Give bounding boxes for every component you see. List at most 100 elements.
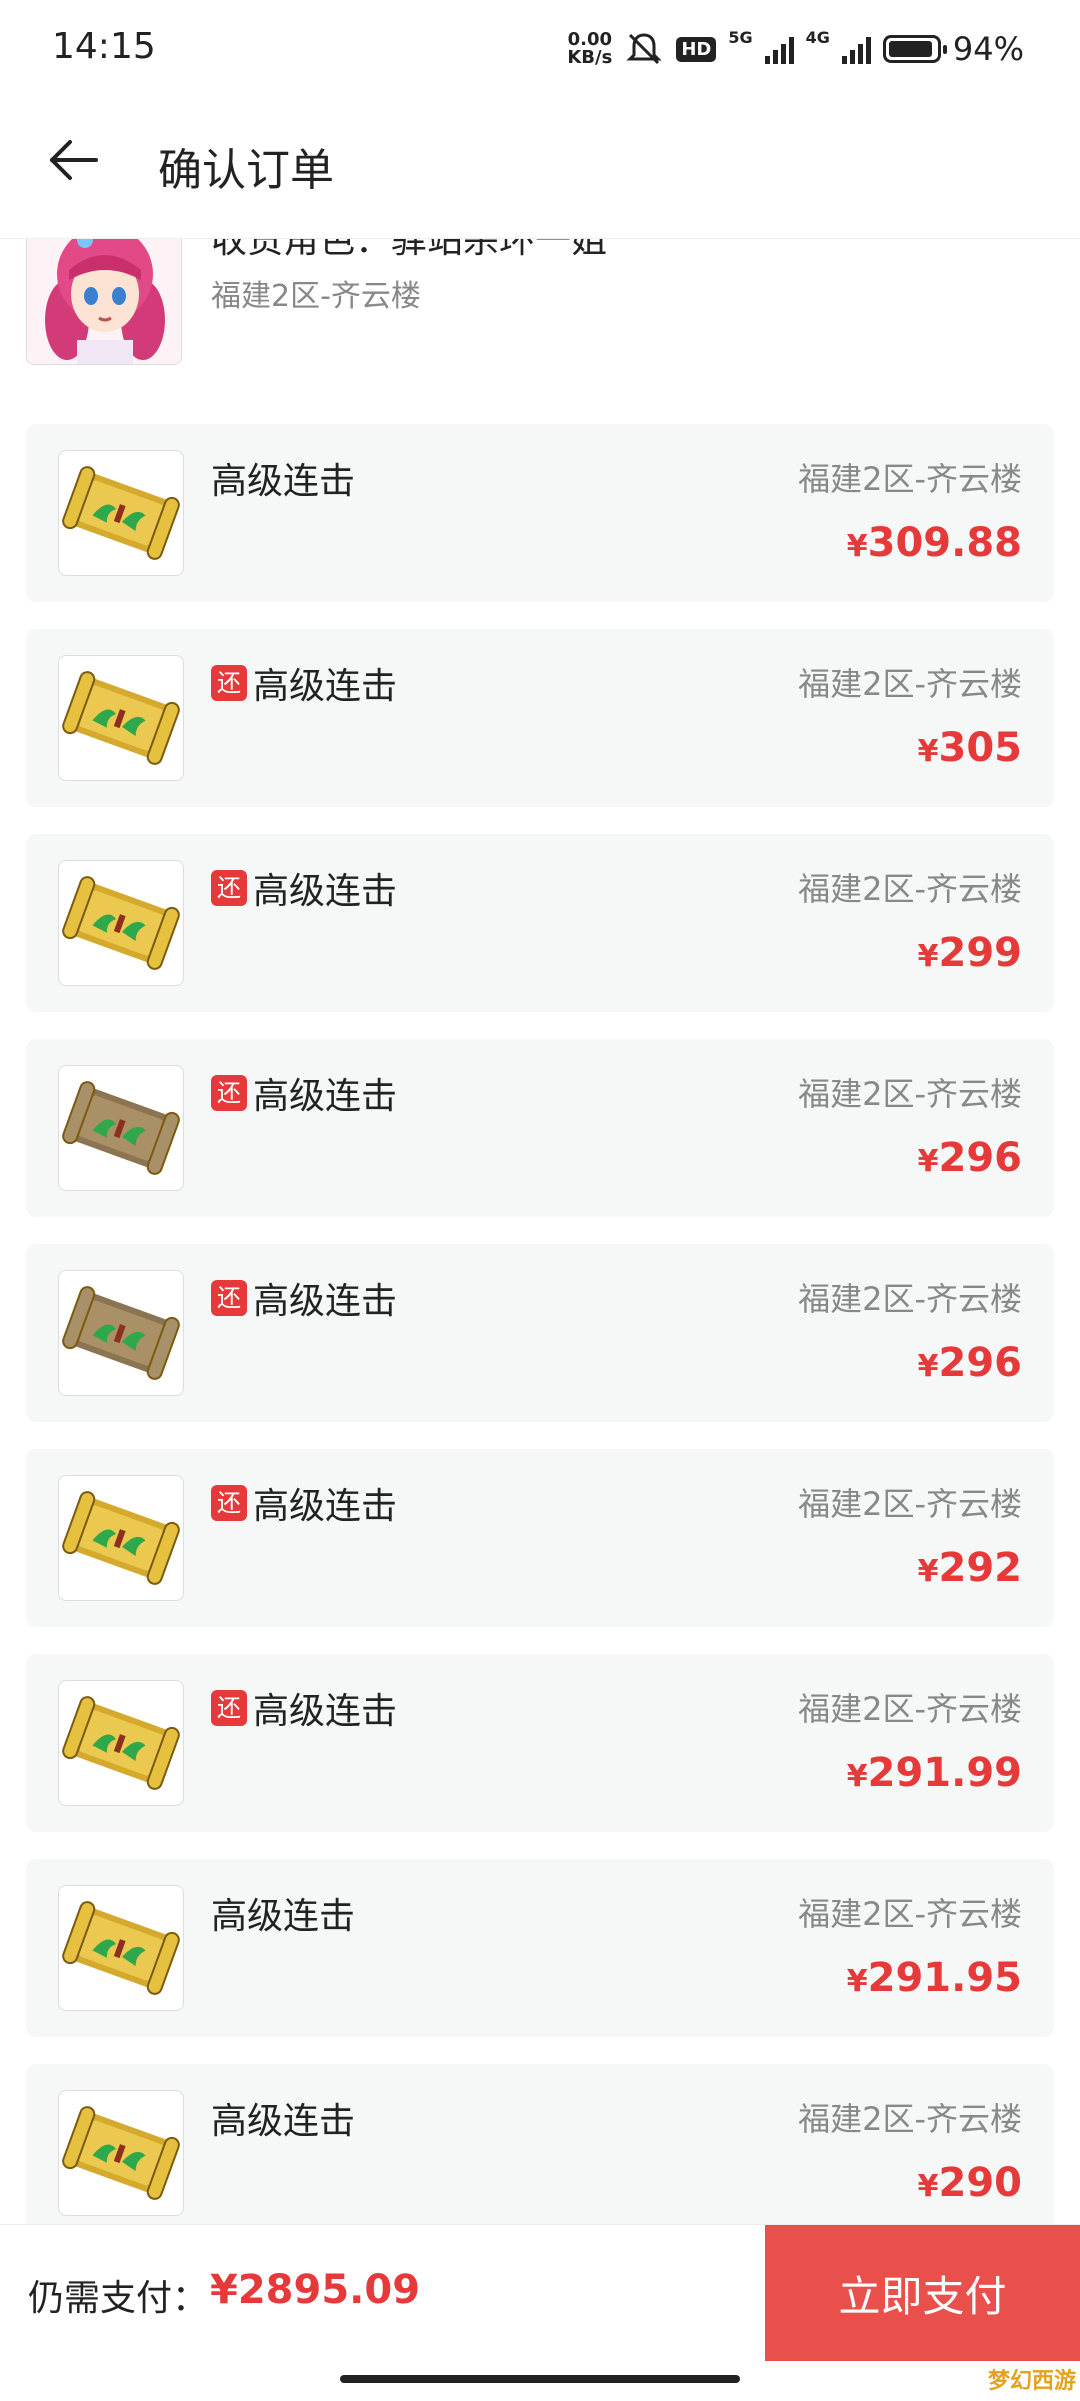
item-price: ¥290	[918, 2160, 1022, 2206]
net-type-2: 4G	[805, 27, 830, 47]
currency-symbol: ¥	[846, 529, 868, 564]
item-card[interactable]: 高级连击 福建2区-齐云楼 ¥309.88	[26, 424, 1054, 602]
net-type-1: 5G	[728, 27, 753, 47]
return-badge: 还	[211, 1690, 247, 1726]
pay-now-button[interactable]: 立即支付	[765, 2225, 1080, 2361]
item-name: 还高级连击	[211, 1682, 397, 1734]
net-speed-unit: KB/s	[567, 47, 613, 68]
item-server: 福建2区-齐云楼	[798, 870, 1022, 908]
battery-fill	[888, 41, 933, 57]
item-card[interactable]: 还高级连击 福建2区-齐云楼 ¥291.99	[26, 1654, 1054, 1832]
item-price: ¥305	[918, 725, 1022, 771]
price-value: 296	[938, 1340, 1023, 1386]
item-server: 福建2区-齐云楼	[798, 460, 1022, 498]
item-name: 还高级连击	[211, 1272, 397, 1324]
item-server: 福建2区-齐云楼	[798, 665, 1022, 703]
hd-badge: HD	[676, 36, 717, 62]
item-card[interactable]: 还高级连击 福建2区-齐云楼 ¥292	[26, 1449, 1054, 1627]
item-card[interactable]: 还高级连击 福建2区-齐云楼 ¥296	[26, 1244, 1054, 1422]
currency-symbol: ¥	[917, 1554, 939, 1589]
item-name-text: 高级连击	[253, 1281, 398, 1322]
arrow-left-icon[interactable]	[44, 130, 104, 190]
return-badge: 还	[211, 665, 247, 701]
currency-symbol: ¥	[846, 1964, 868, 1999]
price-value: 305	[938, 725, 1023, 771]
currency-symbol: ¥	[917, 734, 939, 769]
item-price: ¥299	[918, 930, 1022, 976]
item-price: ¥291.95	[847, 1955, 1022, 2001]
return-badge: 还	[211, 1485, 247, 1521]
status-bar: 14:15 0.00 KB/s HD 5G 4G 94%	[0, 0, 1080, 100]
item-server: 福建2区-齐云楼	[798, 1075, 1022, 1113]
item-name-text: 高级连击	[253, 1486, 398, 1527]
price-value: 290	[938, 2160, 1023, 2206]
price-value: 292	[938, 1545, 1023, 1591]
scroll-item-icon	[58, 1885, 184, 2011]
signal-icon-2	[841, 34, 871, 64]
item-name: 还高级连击	[211, 657, 397, 709]
order-content[interactable]: 收货角色：驿站杀环一姐 福建2区-齐云楼 高级连击 福建2区-齐云楼 ¥309.88…	[0, 239, 1080, 2224]
item-price: ¥309.88	[847, 520, 1022, 566]
scroll-item-icon	[58, 655, 184, 781]
item-server: 福建2区-齐云楼	[798, 1895, 1022, 1933]
item-price: ¥296	[918, 1340, 1022, 1386]
currency-symbol: ¥	[917, 2169, 939, 2204]
page-title: 确认订单	[158, 145, 334, 196]
character-avatar-icon	[27, 239, 181, 364]
scroll-item-icon	[58, 1270, 184, 1396]
net-speed: 0.00 KB/s	[567, 31, 612, 67]
item-server: 福建2区-齐云楼	[798, 1690, 1022, 1728]
currency-symbol: ¥	[917, 1144, 939, 1179]
signal-icon	[764, 34, 794, 64]
scroll-item-icon	[58, 450, 184, 576]
item-card[interactable]: 还高级连击 福建2区-齐云楼 ¥305	[26, 629, 1054, 807]
status-icons: 0.00 KB/s HD 5G 4G 94%	[567, 24, 1024, 74]
item-card[interactable]: 还高级连击 福建2区-齐云楼 ¥296	[26, 1039, 1054, 1217]
scroll-item-icon	[58, 2090, 184, 2216]
avatar	[26, 239, 182, 365]
item-price: ¥291.99	[847, 1750, 1022, 1796]
home-indicator[interactable]	[340, 2375, 740, 2383]
item-name-text: 高级连击	[253, 666, 398, 707]
app-bar: 确认订单	[0, 100, 1080, 239]
battery-icon	[882, 35, 947, 63]
price-value: 291.95	[867, 1955, 1022, 2001]
item-server: 福建2区-齐云楼	[798, 2100, 1022, 2138]
scroll-item-icon	[58, 1475, 184, 1601]
item-name: 还高级连击	[211, 1477, 397, 1529]
return-badge: 还	[211, 1280, 247, 1316]
currency-symbol: ¥	[846, 1759, 868, 1794]
checkout-bar: 仍需支付： ¥2895.09 立即支付 梦幻西游	[0, 2224, 1080, 2401]
item-card[interactable]: 高级连击 福建2区-齐云楼 ¥290	[26, 2064, 1054, 2224]
return-badge: 还	[211, 870, 247, 906]
item-name: 高级连击	[211, 452, 355, 504]
item-name-text: 高级连击	[253, 1076, 398, 1117]
price-value: 299	[938, 930, 1023, 976]
due-amount: ¥2895.09	[210, 2267, 421, 2313]
item-server: 福建2区-齐云楼	[798, 1280, 1022, 1318]
currency-symbol: ¥	[917, 939, 939, 974]
item-name: 还高级连击	[211, 1067, 397, 1119]
item-name: 还高级连击	[211, 862, 397, 914]
due-label: 仍需支付：	[28, 2278, 209, 2319]
item-server: 福建2区-齐云楼	[798, 1485, 1022, 1523]
item-name-text: 高级连击	[211, 2101, 356, 2142]
receiver-label: 收货角色：驿站杀环一姐	[211, 239, 608, 261]
battery-percent: 94%	[952, 30, 1024, 68]
scroll-item-icon	[58, 1680, 184, 1806]
item-name-text: 高级连击	[253, 1691, 398, 1732]
price-value: 296	[938, 1135, 1023, 1181]
item-card[interactable]: 高级连击 福建2区-齐云楼 ¥291.95	[26, 1859, 1054, 2037]
price-value: 291.99	[867, 1750, 1022, 1796]
scroll-item-icon	[58, 860, 184, 986]
item-name-text: 高级连击	[211, 461, 356, 502]
item-price: ¥296	[918, 1135, 1022, 1181]
item-card[interactable]: 还高级连击 福建2区-齐云楼 ¥299	[26, 834, 1054, 1012]
receiver-server: 福建2区-齐云楼	[211, 279, 421, 314]
item-name-text: 高级连击	[211, 1896, 356, 1937]
watermark-logo: 梦幻西游	[987, 2369, 1076, 2394]
scroll-item-icon	[58, 1065, 184, 1191]
item-name: 高级连击	[211, 2092, 355, 2144]
currency-symbol: ¥	[917, 1349, 939, 1384]
item-name-text: 高级连击	[253, 871, 398, 912]
